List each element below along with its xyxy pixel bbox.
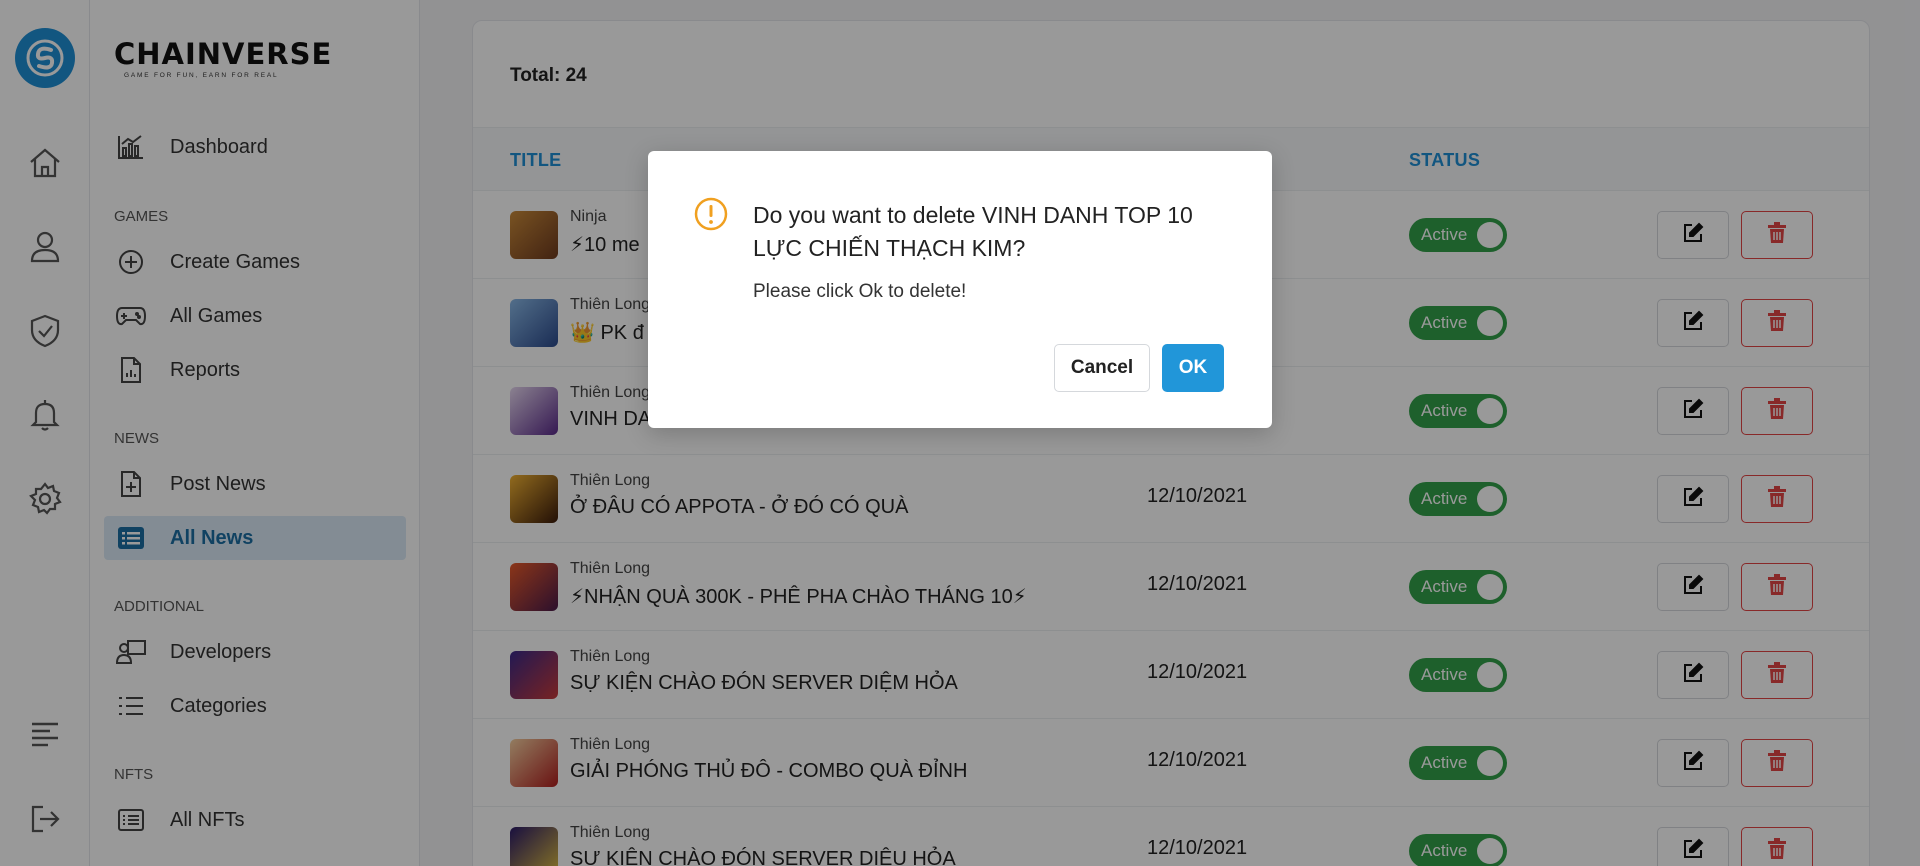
modal-backdrop[interactable]	[0, 0, 1920, 866]
dialog-question: Do you want to delete VINH DANH TOP 10 L…	[753, 202, 1193, 261]
ok-button[interactable]: OK	[1162, 344, 1224, 392]
dialog-subtext: Please click Ok to delete!	[753, 281, 967, 302]
warning-icon	[694, 197, 728, 231]
cancel-button[interactable]: Cancel	[1054, 344, 1150, 392]
delete-confirm-dialog: Do you want to delete VINH DANH TOP 10 L…	[648, 151, 1272, 428]
